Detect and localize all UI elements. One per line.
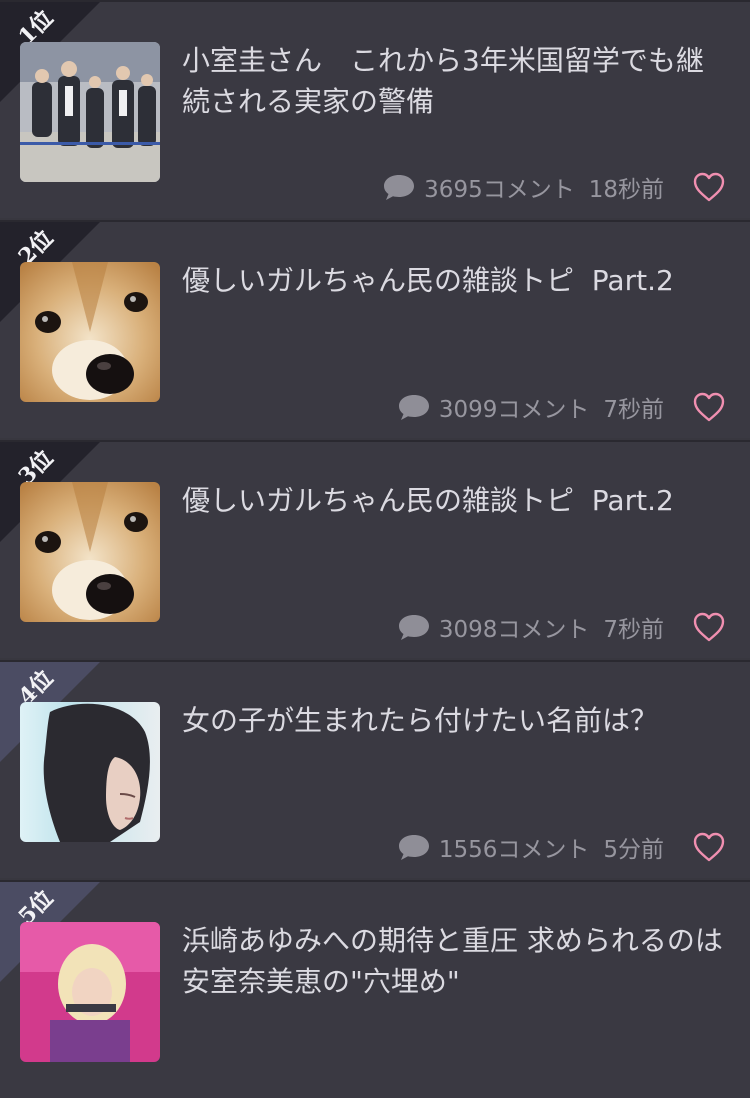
speech-bubble-icon — [398, 835, 429, 860]
topic-item-5[interactable]: 5位 浜崎あゆみへの期待と重圧 求められるのは安室奈美恵の"穴埋め" — [0, 880, 750, 1098]
topic-title[interactable]: 浜崎あゆみへの期待と重圧 求められるのは安室奈美恵の"穴埋め" — [182, 920, 730, 1002]
topic-thumbnail[interactable] — [20, 262, 160, 402]
time-ago: 5分前 — [603, 837, 664, 863]
comment-count: 3099コメント — [397, 390, 590, 424]
comment-count-text: 3098コメント — [438, 617, 590, 643]
topic-title[interactable]: 優しいガルちゃん民の雑談トピ Part.2 — [182, 480, 730, 521]
comment-count: 3098コメント — [397, 610, 590, 644]
comment-count-text: 3099コメント — [438, 397, 590, 423]
heart-outline-icon[interactable] — [692, 171, 726, 203]
topic-meta: 3695コメント 18秒前 — [382, 170, 664, 204]
heart-outline-icon[interactable] — [692, 611, 726, 643]
comment-count-text: 1556コメント — [438, 837, 590, 863]
comment-count-text: 3695コメント — [424, 177, 575, 203]
heart-outline-icon[interactable] — [692, 391, 726, 423]
topic-thumbnail[interactable] — [20, 482, 160, 622]
topic-item-2[interactable]: 2位 優しいガルちゃん民の雑談トピ Part.2 3099コメント 7秒前 — [0, 220, 750, 438]
topic-item-1[interactable]: 1位 小室圭さん これから3年米国留学でも継続される実家の警備 3695コメント… — [0, 0, 750, 218]
heart-outline-icon[interactable] — [692, 831, 726, 863]
comment-count: 1556コメント — [397, 830, 590, 864]
woman-portrait-photo-image — [20, 702, 160, 842]
topic-meta: 1556コメント 5分前 — [397, 830, 664, 864]
topic-item-3[interactable]: 3位 優しいガルちゃん民の雑談トピ Part.2 3098コメント 7秒前 — [0, 440, 750, 658]
dog-face-photo-image — [20, 482, 160, 622]
time-ago: 7秒前 — [603, 617, 664, 643]
time-ago: 7秒前 — [603, 397, 664, 423]
singer-photo-image — [20, 922, 160, 1062]
topic-meta: 3098コメント 7秒前 — [397, 610, 664, 644]
speech-bubble-icon — [398, 615, 429, 640]
speech-bubble-icon — [384, 175, 415, 200]
topic-title[interactable]: 女の子が生まれたら付けたい名前は？ — [182, 700, 730, 741]
topic-item-4[interactable]: 4位 女の子が生まれたら付けたい名前は？ 1556コメント 5分前 — [0, 660, 750, 878]
topic-title[interactable]: 優しいガルちゃん民の雑談トピ Part.2 — [182, 260, 730, 301]
topic-thumbnail[interactable] — [20, 702, 160, 842]
crowd-photo-image — [20, 42, 160, 182]
topic-thumbnail[interactable] — [20, 42, 160, 182]
comment-count: 3695コメント — [382, 170, 575, 204]
topic-title[interactable]: 小室圭さん これから3年米国留学でも継続される実家の警備 — [182, 40, 730, 122]
topic-ranking-list: 1位 小室圭さん これから3年米国留学でも継続される実家の警備 3695コメント… — [0, 0, 750, 1098]
topic-meta: 3099コメント 7秒前 — [397, 390, 664, 424]
time-ago: 18秒前 — [588, 177, 664, 203]
speech-bubble-icon — [398, 395, 429, 420]
topic-thumbnail[interactable] — [20, 922, 160, 1062]
dog-face-photo-image — [20, 262, 160, 402]
